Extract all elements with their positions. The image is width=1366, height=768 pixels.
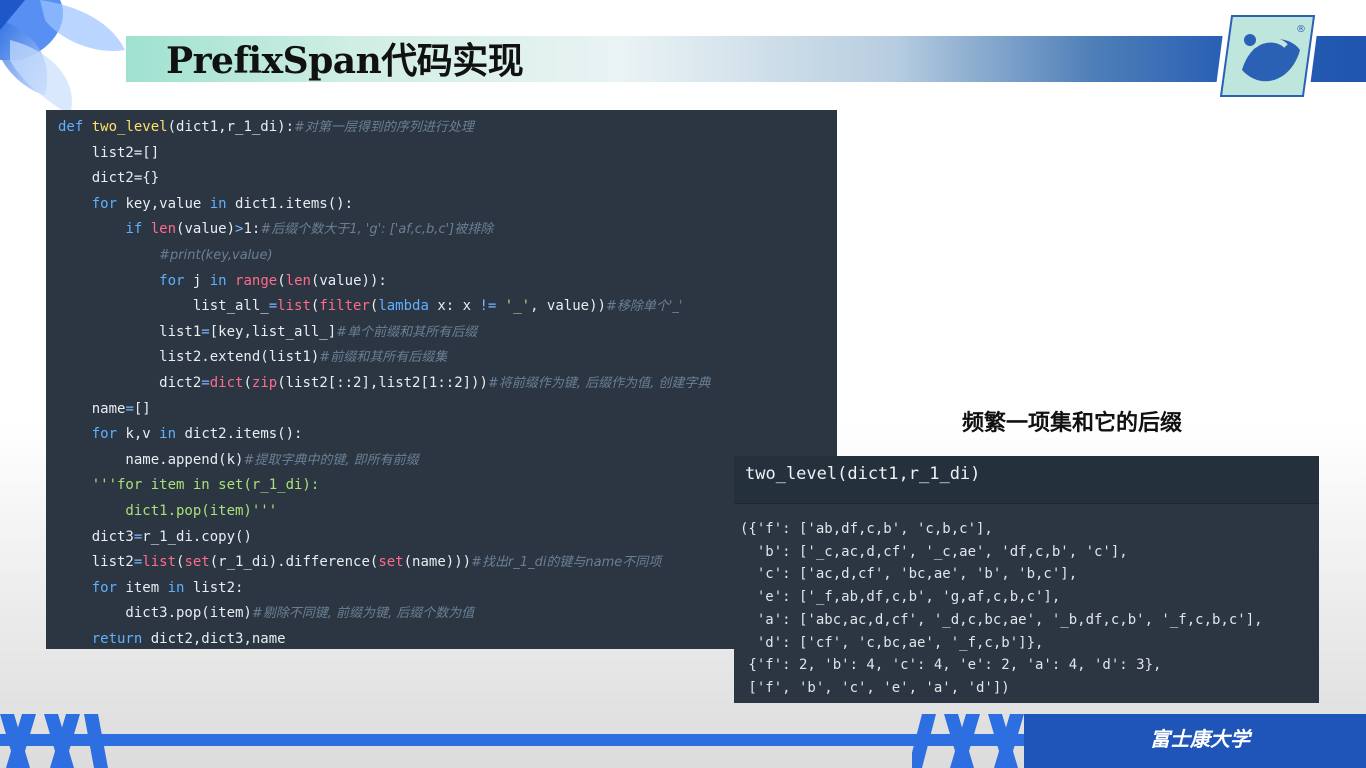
page-title: PrefixSpan代码实现 [166,40,524,82]
code-line: list2=[] [58,144,160,161]
code-line: dict2=dict(zip(list2[::2],list2[1::2]))#… [58,374,711,391]
svg-text:®: ® [1296,24,1306,35]
university-logo-icon: ® [1214,10,1320,102]
code-line: for j in range(len(value)): [159,272,387,289]
output-panel: two_level(dict1,r_1_di) ({'f': ['ab,df,c… [734,456,1319,703]
footer-university-name: 富士康大学 [1150,727,1250,751]
code-line: name.append(k)#提取字典中的键, 即所有前缀 [58,451,419,468]
output-line: 'c': ['ac,d,cf', 'bc,ae', 'b', 'b,c'], [740,566,1078,583]
output-line: ({'f': ['ab,df,c,b', 'c,b,c'], [740,521,993,537]
code-line: list2.extend(list1)#前缀和其所有后缀集 [58,349,448,366]
code-line: def two_level(dict1,r_1_di):#对第一层得到的序列进行… [58,119,474,135]
output-line: 'e': ['_f,ab,df,c,b', 'g,af,c,b,c'], [740,589,1061,606]
code-line: '''for item in set(r_1_di): [91,477,320,494]
zigzag-stripe-decoration [0,714,108,768]
code-line: for k,v in dict2.items(): [91,426,303,443]
code-line: dict2={} [58,170,160,187]
code-line: list2=list(set(r_1_di).difference(set(na… [58,554,662,571]
output-caption: 频繁一项集和它的后缀 [962,411,1183,436]
output-line: ['f', 'b', 'c', 'e', 'a', 'd']) [740,679,1010,696]
zigzag-stripe-decoration [912,714,1024,768]
code-line: dict1.pop(item)''' [58,502,278,519]
code-panel: def two_level(dict1,r_1_di):#对第一层得到的序列进行… [46,110,837,649]
petal-decoration [0,0,125,115]
code-line: return dict2,dict3,name [91,630,286,647]
code-line: dict3=r_1_di.copy() [58,528,252,545]
output-line: 'a': ['abc,ac,d,cf', '_d,c,bc,ae', '_b,d… [740,611,1263,628]
code-line: name=[] [58,400,151,417]
output-call: two_level(dict1,r_1_di) [734,456,1319,504]
code-line: #print(key,value) [159,247,273,263]
code-line: list_all_=list(filter(lambda x: x != '_'… [58,298,683,315]
code-line: for key,value in dict1.items(): [91,195,354,212]
output-line: {'f': 2, 'b': 4, 'c': 4, 'e': 2, 'a': 4,… [740,657,1162,674]
code-line: dict3.pop(item)#剔除不同键, 前缀为键, 后缀个数为值 [58,605,475,622]
output-line: 'd': ['cf', 'c,bc,ae', '_f,c,b']}, [740,634,1044,651]
footer-bar [0,734,1030,746]
output-text: ({'f': ['ab,df,c,b', 'c,b,c'], 'b': ['_c… [734,504,1319,700]
code-line: for item in list2: [91,579,244,596]
output-line: 'b': ['_c,ac,d,cf', '_c,ae', 'df,c,b', '… [740,543,1128,560]
code-line: list1=[key,list_all_]#单个前缀和其所有后缀 [58,323,478,340]
code-line: if len(value)>1:#后缀个数大于1, 'g': ['af,c,b,… [125,221,494,238]
